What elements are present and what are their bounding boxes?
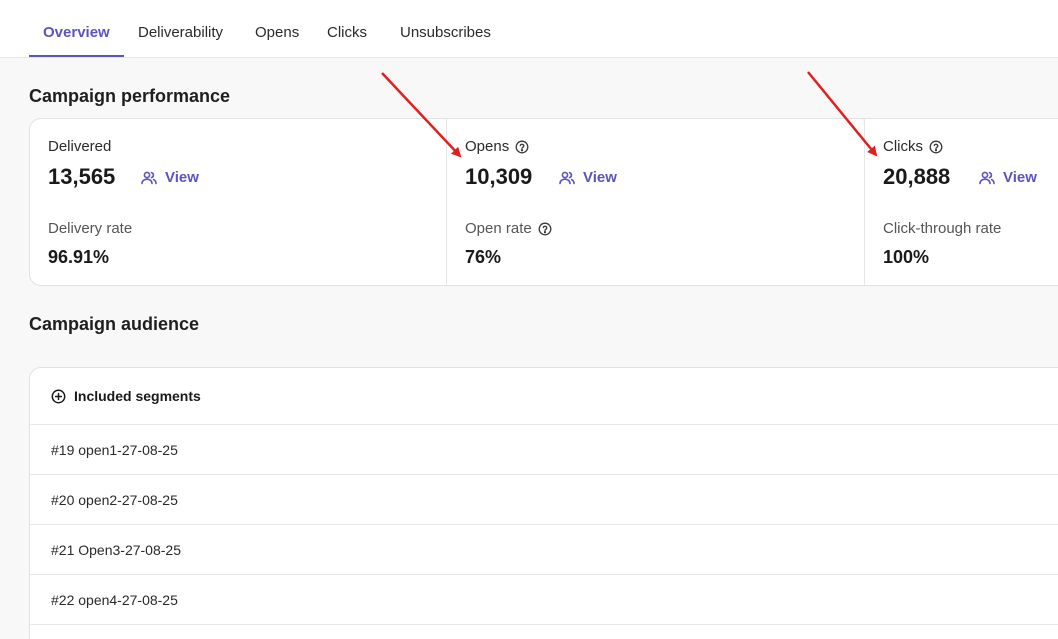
opens-view-link[interactable]: View bbox=[559, 169, 617, 186]
opens-label-text: Opens bbox=[465, 138, 510, 155]
campaign-audience-title: Campaign audience bbox=[29, 314, 200, 334]
click-through-rate-value: 100% bbox=[883, 247, 930, 267]
tab-opens[interactable]: Opens bbox=[255, 0, 299, 58]
opens-view-label: View bbox=[583, 169, 617, 186]
delivery-rate-label-text: Delivery rate bbox=[48, 220, 133, 237]
delivery-rate-label: Delivery rate bbox=[48, 220, 132, 237]
performance-card: Delivered 13,565 View Delivery rate 96.9… bbox=[29, 118, 1058, 286]
segment-row[interactable]: #21 Open3-27-08-25 bbox=[30, 525, 1058, 575]
tab-overview[interactable]: Overview bbox=[43, 0, 110, 58]
help-icon[interactable] bbox=[929, 140, 943, 154]
clicks-label-text: Clicks bbox=[883, 138, 923, 155]
segment-name: #19 open1-27-08-25 bbox=[51, 441, 178, 458]
delivered-view-link[interactable]: View bbox=[141, 169, 199, 186]
delivered-label: Delivered bbox=[48, 138, 111, 155]
delivery-rate-value: 96.91% bbox=[48, 247, 110, 267]
delivered-label-text: Delivered bbox=[48, 138, 112, 155]
click-through-rate-label-text: Click-through rate bbox=[883, 220, 1002, 237]
segment-row[interactable]: #19 open1-27-08-25 bbox=[30, 425, 1058, 475]
delivered-value: 13,565 bbox=[48, 164, 116, 189]
segment-name: #20 open2-27-08-25 bbox=[51, 491, 178, 508]
segment-row[interactable]: #22 open4-27-08-25 bbox=[30, 575, 1058, 625]
metric-clicks: Clicks 20,888 View Click-through rate 10… bbox=[864, 119, 1058, 285]
clicks-view-link[interactable]: View bbox=[979, 169, 1037, 186]
metric-delivered: Delivered 13,565 View Delivery rate 96.9… bbox=[30, 119, 446, 285]
open-rate-value: 76% bbox=[465, 247, 502, 267]
open-rate-label-text: Open rate bbox=[465, 220, 532, 237]
delivered-view-label: View bbox=[165, 169, 199, 186]
help-icon[interactable] bbox=[515, 140, 529, 154]
segment-name: #21 Open3-27-08-25 bbox=[51, 541, 181, 558]
audience-card: Included segments #19 open1-27-08-25 #20… bbox=[29, 367, 1058, 639]
tab-clicks[interactable]: Clicks bbox=[327, 0, 367, 58]
open-rate-label: Open rate bbox=[465, 220, 552, 237]
users-icon bbox=[141, 171, 157, 185]
campaign-performance-title: Campaign performance bbox=[29, 86, 231, 106]
tab-unsubscribes[interactable]: Unsubscribes bbox=[400, 0, 491, 58]
clicks-label: Clicks bbox=[883, 138, 943, 155]
users-icon bbox=[559, 171, 575, 185]
tab-deliverability[interactable]: Deliverability bbox=[138, 0, 223, 58]
included-segments-header: Included segments bbox=[30, 368, 1058, 425]
campaign-report-page: Overview Deliverability Opens Clicks Uns… bbox=[0, 0, 1058, 639]
opens-value: 10,309 bbox=[465, 164, 533, 189]
users-icon bbox=[979, 171, 995, 185]
plus-circle-icon bbox=[51, 389, 66, 404]
opens-label: Opens bbox=[465, 138, 529, 155]
clicks-view-label: View bbox=[1003, 169, 1037, 186]
segment-row[interactable]: #20 open2-27-08-25 bbox=[30, 475, 1058, 525]
included-segments-label: Included segments bbox=[74, 388, 201, 404]
help-icon[interactable] bbox=[538, 222, 552, 236]
segment-name: #22 open4-27-08-25 bbox=[51, 591, 178, 608]
metric-opens: Opens 10,309 View Open rate 76% bbox=[446, 119, 864, 285]
clicks-value: 20,888 bbox=[883, 164, 951, 189]
click-through-rate-label: Click-through rate bbox=[883, 220, 1001, 237]
active-tab-indicator bbox=[29, 55, 124, 57]
tab-bar: Overview Deliverability Opens Clicks Uns… bbox=[0, 0, 1058, 58]
